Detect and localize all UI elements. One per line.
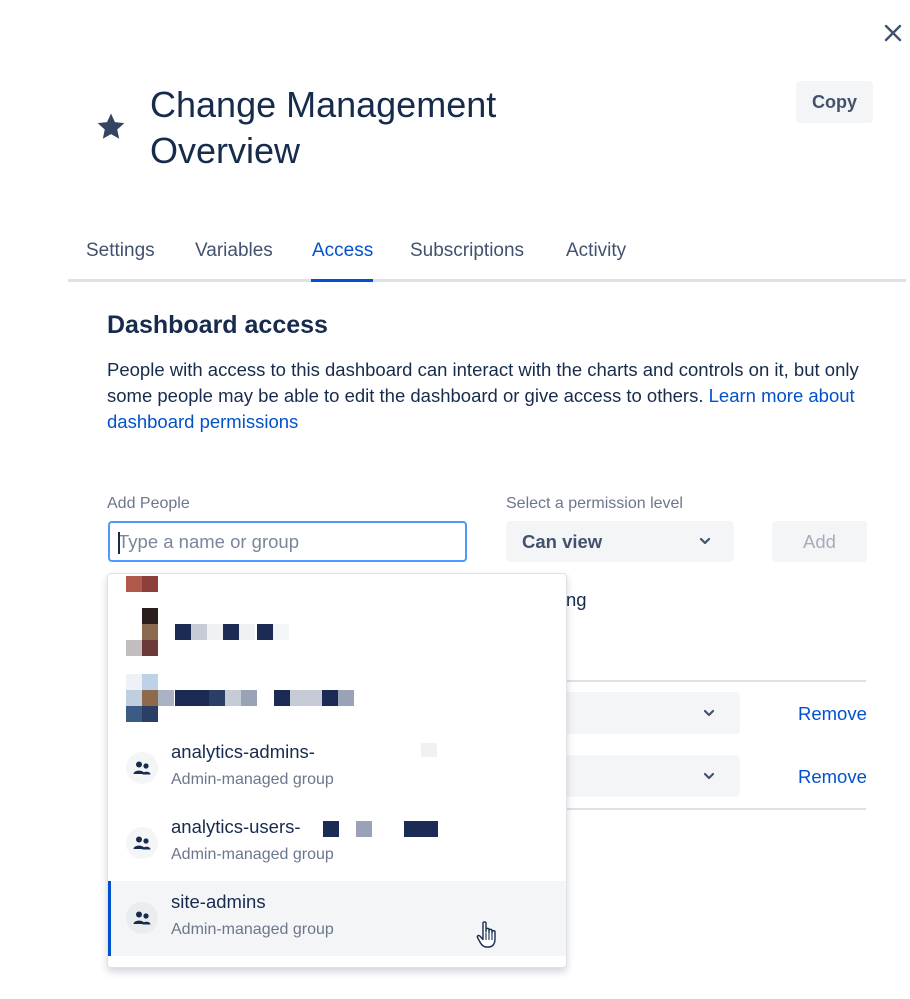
redacted-option[interactable] [108,670,566,726]
active-tab-indicator [311,279,373,282]
group-icon [126,752,158,784]
hand-pointer-cursor-icon [474,920,502,950]
avatar [126,576,142,592]
suggestions-dropdown: analytics-admins- Admin-managed group an… [107,573,567,968]
remove-link[interactable]: Remove [798,766,867,788]
copy-button[interactable]: Copy [796,81,873,123]
people-search-input[interactable] [108,521,467,562]
group-subtitle: Admin-managed group [171,921,334,938]
add-people-label: Add People [107,495,190,512]
close-icon [884,24,902,42]
star-icon[interactable] [94,110,128,144]
row-permission-select[interactable] [566,755,740,797]
group-name: analytics-admins- [171,741,315,762]
tab-access[interactable]: Access [312,240,373,262]
group-name: site-admins [171,891,266,912]
redacted-option[interactable] [108,574,566,600]
tab-settings[interactable]: Settings [86,240,155,262]
group-icon [126,827,158,859]
tab-subscriptions[interactable]: Subscriptions [410,240,524,262]
group-subtitle: Admin-managed group [171,771,334,788]
tab-bar: Settings Variables Access Subscriptions … [68,236,906,282]
close-button[interactable] [878,18,908,48]
tab-variables[interactable]: Variables [195,240,273,262]
divider [566,680,866,682]
group-option-analytics-admins[interactable]: analytics-admins- Admin-managed group [108,731,566,805]
group-icon [126,902,158,934]
remove-link[interactable]: Remove [798,703,867,725]
divider [566,808,866,810]
permission-label: Select a permission level [506,495,683,512]
row-permission-select[interactable] [566,692,740,734]
group-subtitle: Admin-managed group [171,846,334,863]
tab-divider [68,279,906,282]
redacted-option[interactable] [108,604,566,662]
section-title: Dashboard access [107,311,328,339]
text-caret [118,532,120,554]
permission-select[interactable]: Can view [506,521,734,562]
chevron-down-icon [703,772,715,780]
access-description: People with access to this dashboard can… [107,357,877,435]
avatar [142,576,158,592]
group-option-analytics-users[interactable]: analytics-users- Admin-managed group [108,806,566,880]
partial-text: ng [566,589,587,610]
tab-activity[interactable]: Activity [566,240,626,262]
add-button[interactable]: Add [772,521,867,562]
chevron-down-icon [703,709,715,717]
chevron-down-icon [699,537,711,545]
permission-value: Can view [522,531,603,552]
redacted-block [421,743,437,757]
page-title: Change Management Overview [150,84,497,171]
group-name: analytics-users- [171,816,301,837]
